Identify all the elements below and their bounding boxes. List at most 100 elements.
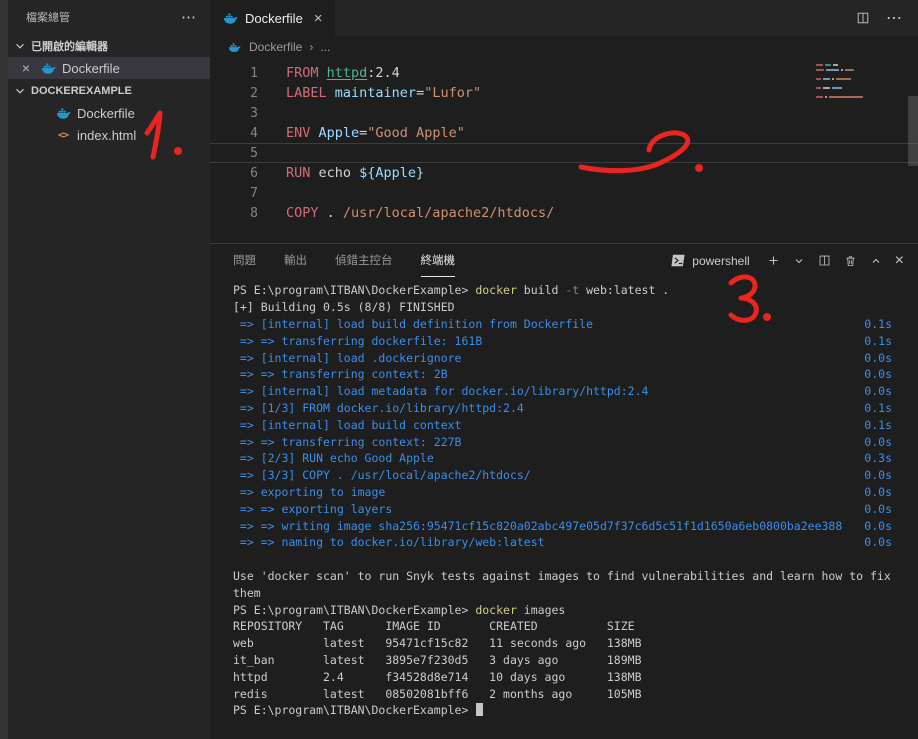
terminal-line: it_ban latest 3895e7f230d5 3 days ago 18… xyxy=(233,652,642,667)
build-step-time: 0.1s xyxy=(864,400,892,415)
build-step-time: 0.0s xyxy=(864,350,892,365)
editor-tab-bar: Dockerfile × ⋯ xyxy=(210,0,918,36)
breadcrumb[interactable]: Dockerfile › ... xyxy=(210,36,918,58)
split-editor-icon[interactable] xyxy=(856,11,870,25)
code-line[interactable]: 6 RUN echo ${Apple} xyxy=(210,163,918,183)
terminal-line: => => writing image sha256:95471cf15c820… xyxy=(233,517,918,534)
code-line[interactable]: 1 FROM httpd:2.4 xyxy=(210,63,918,83)
file-label: index.html xyxy=(77,127,137,143)
terminal-line: web latest 95471cf15c82 11 seconds ago 1… xyxy=(233,636,642,651)
more-actions-icon[interactable]: ⋯ xyxy=(886,8,902,28)
close-icon[interactable]: × xyxy=(18,60,34,76)
line-number: 8 xyxy=(250,205,258,221)
line-number: 5 xyxy=(250,145,258,161)
code-line[interactable]: 4 ENV Apple="Good Apple" xyxy=(210,123,918,143)
terminal-line: PS E:\program\ITBAN\DockerExample> docke… xyxy=(233,602,566,617)
build-step-time: 0.0s xyxy=(864,535,892,550)
terminal-line: => [internal] load build context 0.1s xyxy=(233,416,918,433)
docker-icon xyxy=(226,41,242,54)
line-code: LABEL maintainer="Lufor" xyxy=(286,85,482,101)
line-code: FROM httpd:2.4 xyxy=(286,65,400,81)
file-item[interactable]: <> index.html xyxy=(8,124,210,146)
split-terminal-icon[interactable] xyxy=(818,254,831,267)
terminal-line: [+] Building 0.5s (8/8) FINISHED xyxy=(233,300,455,315)
panel-tabs: 問題 輸出 偵錯主控台 終端機 xyxy=(233,244,455,277)
line-number: 2 xyxy=(250,85,258,101)
html-icon: <> xyxy=(57,129,69,141)
terminal-line: => => transferring context: 2B 0.0s xyxy=(233,366,918,383)
build-step-time: 0.0s xyxy=(864,468,892,483)
code-line[interactable]: 5 xyxy=(210,143,918,163)
project-label: DOCKEREXAMPLE xyxy=(31,84,132,97)
terminal-line: Use 'docker scan' to run Snyk tests agai… xyxy=(233,568,891,583)
powershell-icon xyxy=(671,254,686,267)
panel-tab-terminal[interactable]: 終端機 xyxy=(420,244,455,277)
terminal-line: PS E:\program\ITBAN\DockerExample> docke… xyxy=(233,283,670,298)
panel-tab-debug-console[interactable]: 偵錯主控台 xyxy=(335,244,393,277)
panel-tab-output[interactable]: 輸出 xyxy=(284,244,307,277)
bottom-panel: 問題 輸出 偵錯主控台 終端機 powershell × PS E:\progr… xyxy=(210,243,918,739)
chevron-down-icon[interactable] xyxy=(793,255,805,267)
line-number: 3 xyxy=(250,105,258,121)
close-icon[interactable]: × xyxy=(314,10,323,27)
editor-region: Dockerfile × ⋯ Dockerfile › ... 1 FROM ht… xyxy=(210,0,918,739)
terminal-line: => => transferring context: 227B 0.0s xyxy=(233,433,918,450)
terminal-line: => => naming to docker.io/library/web:la… xyxy=(233,534,918,551)
build-step-time: 0.1s xyxy=(864,417,892,432)
chevron-down-icon xyxy=(12,39,28,53)
minimap[interactable] xyxy=(816,64,904,99)
editor-scrollbar[interactable] xyxy=(908,96,918,166)
project-files-list: Dockerfile <> index.html xyxy=(8,102,210,146)
tab-dockerfile[interactable]: Dockerfile × xyxy=(210,0,335,36)
docker-icon xyxy=(55,106,71,121)
docker-icon xyxy=(40,61,56,76)
tab-label: Dockerfile xyxy=(245,10,303,26)
terminal-line: => [internal] load metadata for docker.i… xyxy=(233,383,918,400)
kill-terminal-icon[interactable] xyxy=(844,254,857,268)
panel-tab-problems[interactable]: 問題 xyxy=(233,244,256,277)
activity-bar-edge xyxy=(0,0,8,739)
line-number: 1 xyxy=(250,65,258,81)
build-step-time: 0.0s xyxy=(864,484,892,499)
build-step-time: 0.1s xyxy=(864,333,892,348)
line-number: 4 xyxy=(250,125,258,141)
editor-toolbar: ⋯ xyxy=(856,0,918,36)
open-editor-item[interactable]: × Dockerfile xyxy=(8,57,210,79)
terminal-line: them xyxy=(233,585,261,600)
breadcrumb-separator: › xyxy=(309,40,314,54)
build-step-time: 0.0s xyxy=(864,434,892,449)
project-section-header[interactable]: DOCKEREXAMPLE xyxy=(8,79,210,102)
terminal-line: => [1/3] FROM docker.io/library/httpd:2.… xyxy=(233,400,918,417)
breadcrumb-more[interactable]: ... xyxy=(320,40,330,54)
maximize-panel-icon[interactable] xyxy=(870,255,882,267)
file-label: Dockerfile xyxy=(77,105,135,121)
code-line[interactable]: 7 xyxy=(210,183,918,203)
shell-selector[interactable]: powershell xyxy=(671,254,750,268)
code-line[interactable]: 2 LABEL maintainer="Lufor" xyxy=(210,83,918,103)
code-line[interactable]: 3 xyxy=(210,103,918,123)
panel-header: 問題 輸出 偵錯主控台 終端機 powershell × xyxy=(210,244,918,277)
close-panel-icon[interactable]: × xyxy=(895,252,904,269)
terminal-line: redis latest 08502081bff6 2 months ago 1… xyxy=(233,686,642,701)
vscode-window: 檔案總管 ⋯ 已開啟的編輯器 × Dockerfile DOCKEREXAMPLE… xyxy=(0,0,918,739)
explorer-more-actions-icon[interactable]: ⋯ xyxy=(181,8,196,26)
chevron-down-icon xyxy=(12,84,28,98)
code-line[interactable]: 8 COPY . /usr/local/apache2/htdocs/ xyxy=(210,203,918,223)
explorer-header: 檔案總管 ⋯ xyxy=(8,0,210,34)
breadcrumb-file[interactable]: Dockerfile xyxy=(249,40,302,54)
new-terminal-icon[interactable] xyxy=(767,254,780,267)
build-step-time: 0.1s xyxy=(864,316,892,331)
line-code: COPY . /usr/local/apache2/htdocs/ xyxy=(286,205,555,221)
editor-lines: 1 FROM httpd:2.4 2 LABEL maintainer="Lufor"… xyxy=(210,63,918,223)
open-editors-label: 已開啟的編輯器 xyxy=(31,40,108,53)
terminal-output[interactable]: PS E:\program\ITBAN\DockerExample> docke… xyxy=(210,277,918,739)
open-editors-list: × Dockerfile xyxy=(8,57,210,79)
terminal-line: => => exporting layers 0.0s xyxy=(233,500,918,517)
line-number: 6 xyxy=(250,165,258,181)
open-editors-section-header[interactable]: 已開啟的編輯器 xyxy=(8,34,210,57)
build-step-time: 0.0s xyxy=(864,384,892,399)
code-editor[interactable]: 1 FROM httpd:2.4 2 LABEL maintainer="Lufor"… xyxy=(210,58,918,243)
terminal-line: => [3/3] COPY . /usr/local/apache2/htdoc… xyxy=(233,467,918,484)
file-item[interactable]: Dockerfile xyxy=(8,102,210,124)
